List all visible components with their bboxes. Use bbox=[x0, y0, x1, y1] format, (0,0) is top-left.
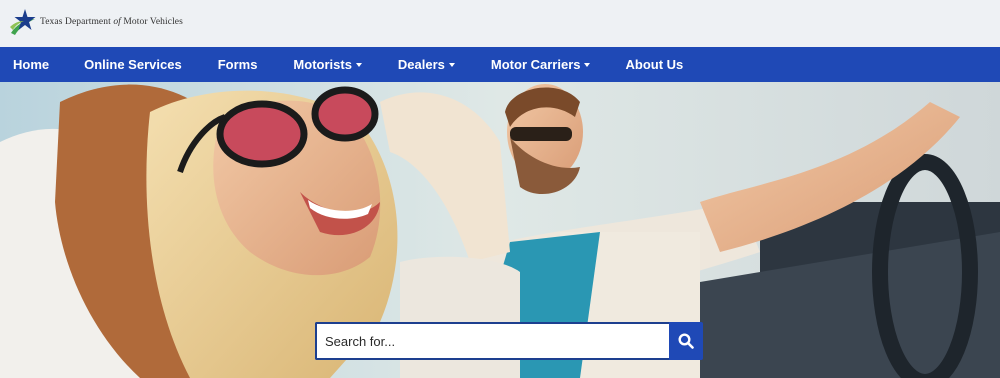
nav-forms[interactable]: Forms bbox=[218, 47, 258, 82]
hero-banner bbox=[0, 82, 1000, 378]
nav-dealers[interactable]: Dealers bbox=[398, 47, 455, 82]
search-box bbox=[315, 322, 669, 360]
main-nav: Home Online Services Forms Motorists Dea… bbox=[0, 47, 1000, 82]
nav-about-us[interactable]: About Us bbox=[625, 47, 683, 82]
site-header: Texas Department of Motor Vehicles bbox=[0, 0, 1000, 47]
search-button[interactable] bbox=[669, 322, 703, 360]
caret-down-icon bbox=[355, 63, 362, 67]
logo-text: Texas Department of Motor Vehicles bbox=[40, 17, 183, 27]
nav-home[interactable]: Home bbox=[13, 47, 49, 82]
nav-motor-carriers[interactable]: Motor Carriers bbox=[491, 47, 591, 82]
nav-online-services[interactable]: Online Services bbox=[84, 47, 182, 82]
nav-motorists[interactable]: Motorists bbox=[293, 47, 362, 82]
site-search bbox=[315, 322, 703, 360]
star-logo-icon bbox=[10, 9, 36, 35]
caret-down-icon bbox=[448, 63, 455, 67]
search-input[interactable] bbox=[317, 326, 669, 356]
txdmv-logo[interactable]: Texas Department of Motor Vehicles bbox=[8, 7, 183, 37]
caret-down-icon bbox=[584, 63, 591, 67]
search-icon bbox=[678, 333, 694, 349]
